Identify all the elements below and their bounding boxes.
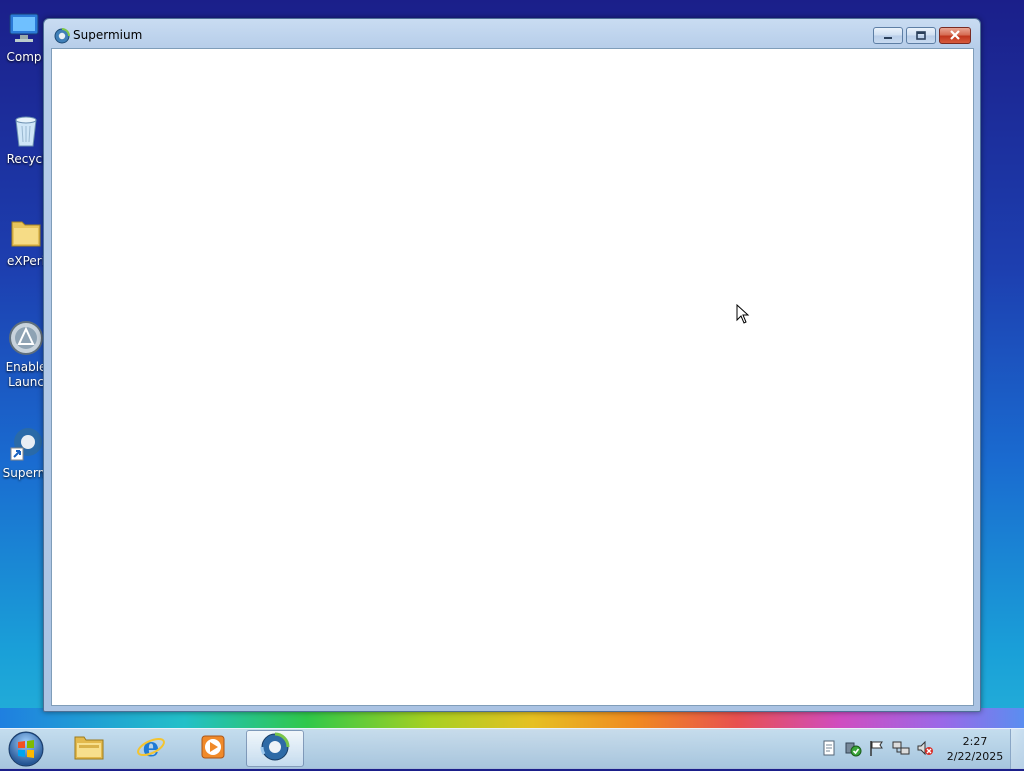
- close-icon: [949, 29, 961, 43]
- network-icon[interactable]: [892, 739, 910, 757]
- launcher-icon: [8, 320, 44, 356]
- taskbar-ie-button[interactable]: e: [122, 730, 180, 767]
- supermium-shortcut-icon: [8, 426, 44, 462]
- taskbar-explorer-button[interactable]: [60, 730, 118, 767]
- maximize-button[interactable]: [906, 27, 936, 44]
- clock-time: 2:27: [962, 735, 988, 748]
- taskbar-supermium-button[interactable]: [246, 730, 304, 767]
- taskbar-media-player-button[interactable]: [184, 730, 242, 767]
- system-tray: [820, 739, 934, 759]
- supermium-window[interactable]: Supermium: [43, 18, 981, 712]
- minimize-button[interactable]: [873, 27, 903, 44]
- clock-date: 2/22/2025: [946, 750, 1004, 763]
- security-icon[interactable]: [844, 739, 862, 757]
- minimize-icon: [883, 29, 893, 43]
- taskbar: e 2:27 2/22/2025: [0, 728, 1024, 769]
- notes-icon[interactable]: [820, 739, 838, 757]
- media-player-icon: [199, 733, 227, 764]
- mouse-cursor-icon: [736, 303, 750, 324]
- close-button[interactable]: [939, 27, 971, 44]
- windows-start-icon: [6, 731, 46, 771]
- ie-icon: e: [136, 732, 166, 765]
- supermium-icon: [260, 732, 290, 765]
- supermium-icon: [54, 28, 70, 44]
- taskbar-clock[interactable]: 2:27 2/22/2025: [944, 734, 1006, 764]
- volume-muted-icon[interactable]: [916, 739, 934, 757]
- flag-icon[interactable]: [868, 739, 886, 757]
- svg-text:e: e: [143, 733, 160, 762]
- recycle-bin-icon: [8, 112, 44, 148]
- window-title: Supermium: [73, 28, 143, 42]
- window-content-area[interactable]: [51, 48, 974, 706]
- folder-icon: [73, 733, 105, 764]
- computer-icon: [6, 10, 42, 46]
- window-titlebar[interactable]: Supermium: [44, 19, 980, 49]
- show-desktop-button[interactable]: [1010, 729, 1024, 769]
- maximize-icon: [916, 29, 926, 43]
- start-button[interactable]: [6, 730, 46, 768]
- folder-icon: [8, 214, 44, 250]
